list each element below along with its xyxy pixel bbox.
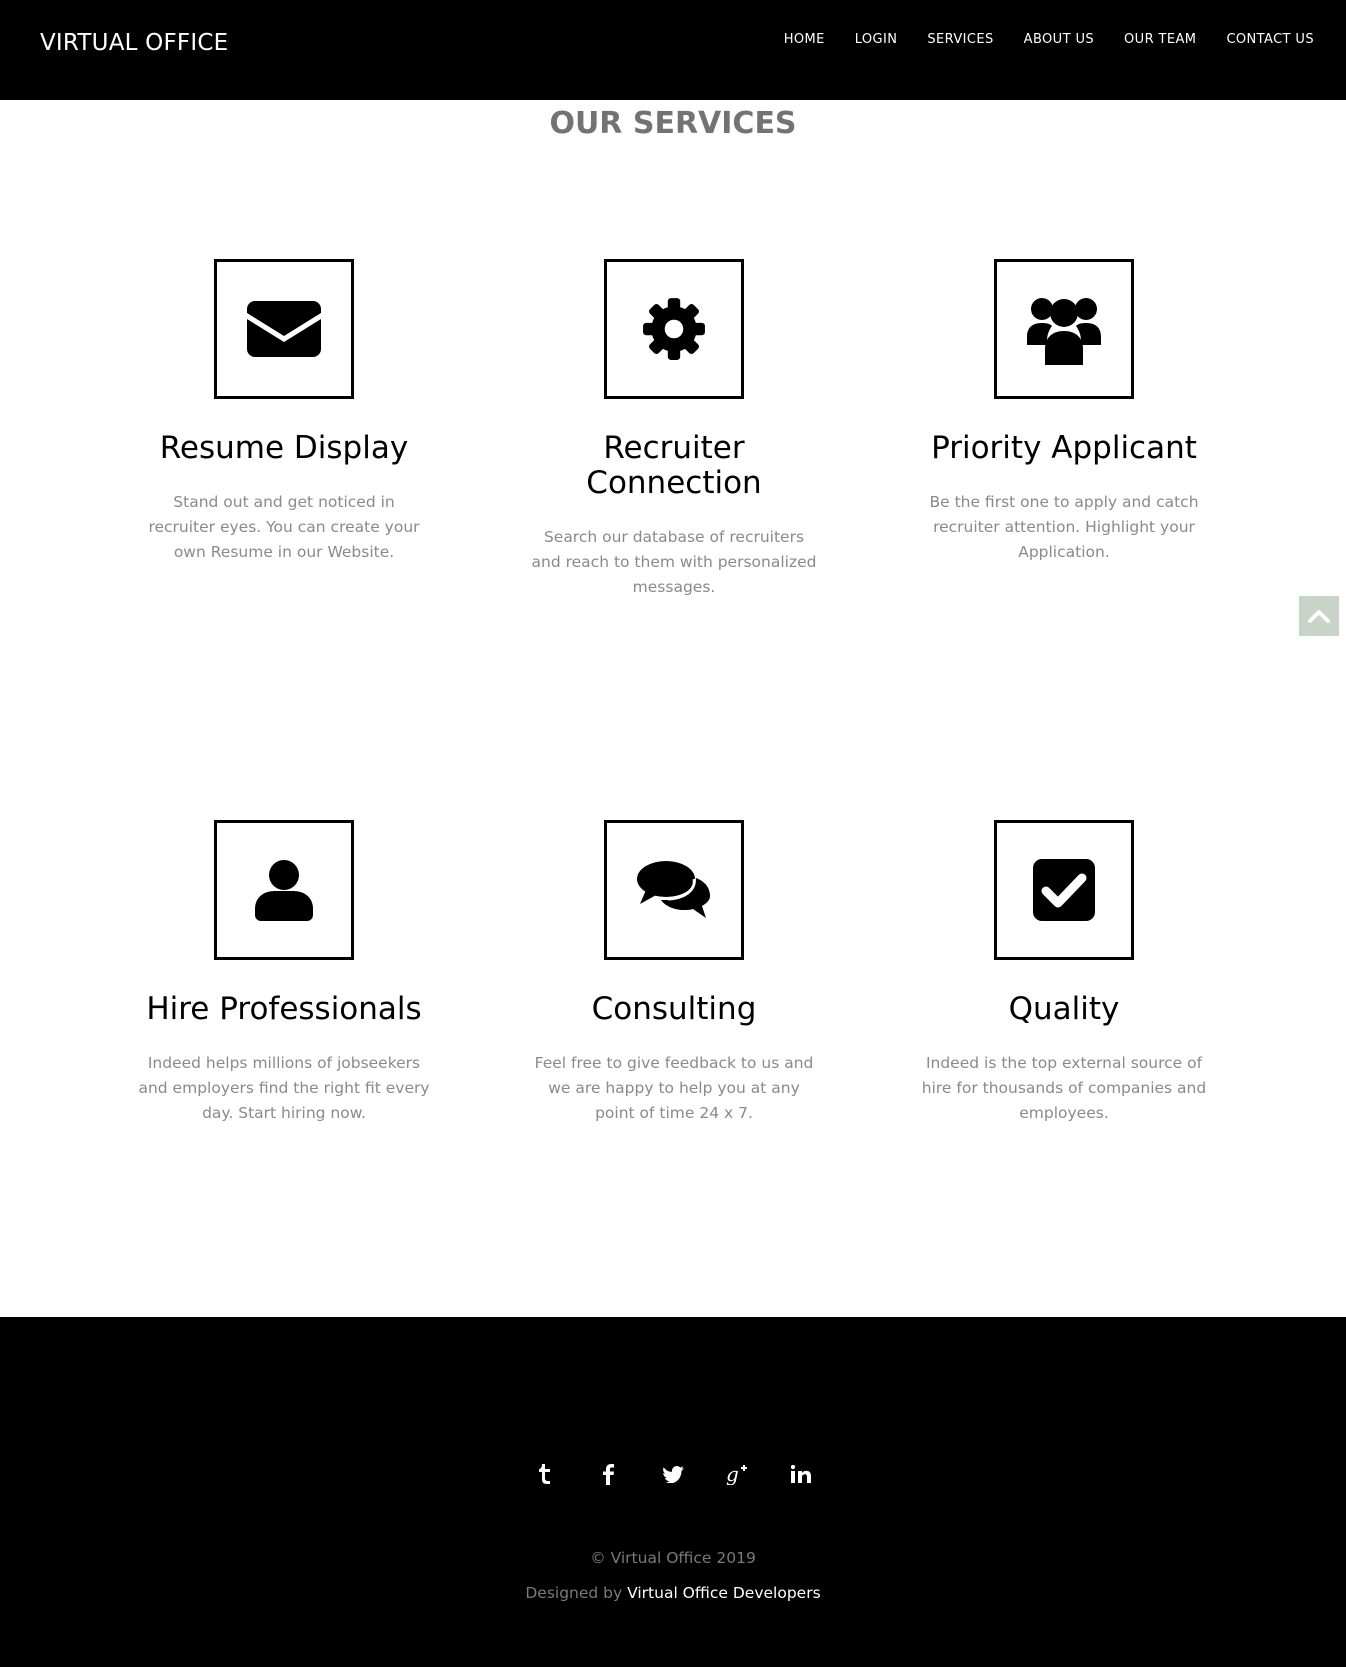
service-card-priority-applicant: Priority Applicant Be the first one to a…: [914, 259, 1214, 565]
check-square-icon: [1033, 859, 1095, 921]
service-description: Indeed is the top external source of hir…: [921, 1054, 1207, 1122]
copyright-text: © Virtual Office 2019: [590, 1549, 756, 1567]
service-description: Indeed helps millions of jobseekers and …: [138, 1054, 430, 1122]
service-icon-box: [994, 259, 1134, 399]
nav-home-link[interactable]: HOME: [784, 32, 825, 47]
facebook-link[interactable]: [577, 1459, 641, 1489]
chevron-up-icon: [1308, 610, 1330, 623]
social-links: g: [0, 1459, 1346, 1489]
service-title: Consulting: [591, 991, 757, 1027]
tumblr-icon: [539, 1464, 550, 1484]
service-description: Feel free to give feedback to us and we …: [534, 1054, 814, 1122]
service-icon-box: [604, 820, 744, 960]
linkedin-icon: [791, 1465, 811, 1483]
service-icon-box: [214, 820, 354, 960]
service-title: Priority Applicant: [931, 430, 1197, 466]
service-card-quality: Quality Indeed is the top external sourc…: [914, 820, 1214, 1126]
nav-about-link[interactable]: ABOUT US: [1024, 32, 1094, 47]
service-card-resume-display: Resume Display Stand out and get noticed…: [134, 259, 434, 565]
nav-menu: HOME LOGIN SERVICES ABOUT US OUR TEAM CO…: [754, 32, 1314, 47]
service-icon-box: [214, 259, 354, 399]
service-icon-box: [604, 259, 744, 399]
nav-services-link[interactable]: SERVICES: [927, 32, 993, 47]
navbar: VIRTUAL OFFICE HOME LOGIN SERVICES ABOUT…: [0, 0, 1346, 100]
brand-logo[interactable]: VIRTUAL OFFICE: [40, 30, 228, 56]
linkedin-link[interactable]: [769, 1459, 833, 1489]
service-card-recruiter-connection: Recruiter Connection Search our database…: [524, 259, 824, 600]
service-description: Search our database of recruiters and re…: [531, 528, 817, 596]
nav-team-link[interactable]: OUR TEAM: [1124, 32, 1196, 47]
service-icon-box: [994, 820, 1134, 960]
envelope-icon: [247, 301, 321, 357]
service-description: Stand out and get noticed in recruiter e…: [148, 493, 420, 561]
nav-login-link[interactable]: LOGIN: [855, 32, 898, 47]
service-description: Be the first one to apply and catch recr…: [929, 493, 1199, 561]
twitter-icon: [662, 1465, 684, 1483]
user-icon: [255, 860, 313, 921]
credits-text: Designed by Virtual Office Developers: [0, 1584, 1346, 1602]
google-plus-link[interactable]: g: [705, 1459, 769, 1489]
service-title: Quality: [1008, 991, 1120, 1027]
users-icon: [1027, 298, 1101, 365]
service-title: Hire Professionals: [146, 991, 422, 1027]
svg-text:g: g: [726, 1463, 739, 1485]
credits-prefix: Designed by: [525, 1584, 628, 1602]
facebook-icon: [603, 1463, 614, 1485]
service-card-consulting: Consulting Feel free to give feedback to…: [524, 820, 824, 1126]
section-title: OUR SERVICES: [549, 106, 797, 141]
back-to-top-button[interactable]: [1299, 596, 1339, 636]
service-card-hire-professionals: Hire Professionals Indeed helps millions…: [134, 820, 434, 1126]
service-title: Resume Display: [159, 430, 409, 466]
twitter-link[interactable]: [641, 1459, 705, 1489]
nav-contact-link[interactable]: CONTACT US: [1226, 32, 1314, 47]
service-title: Recruiter Connection: [586, 430, 762, 501]
footer: g © Virtual Office 2019 Designed by Virt…: [0, 1317, 1346, 1667]
google-plus-icon: g: [726, 1463, 747, 1485]
comments-icon: [637, 861, 710, 918]
tumblr-link[interactable]: [513, 1459, 577, 1489]
credits-link[interactable]: Virtual Office Developers: [627, 1584, 821, 1602]
gear-icon: [643, 298, 705, 360]
